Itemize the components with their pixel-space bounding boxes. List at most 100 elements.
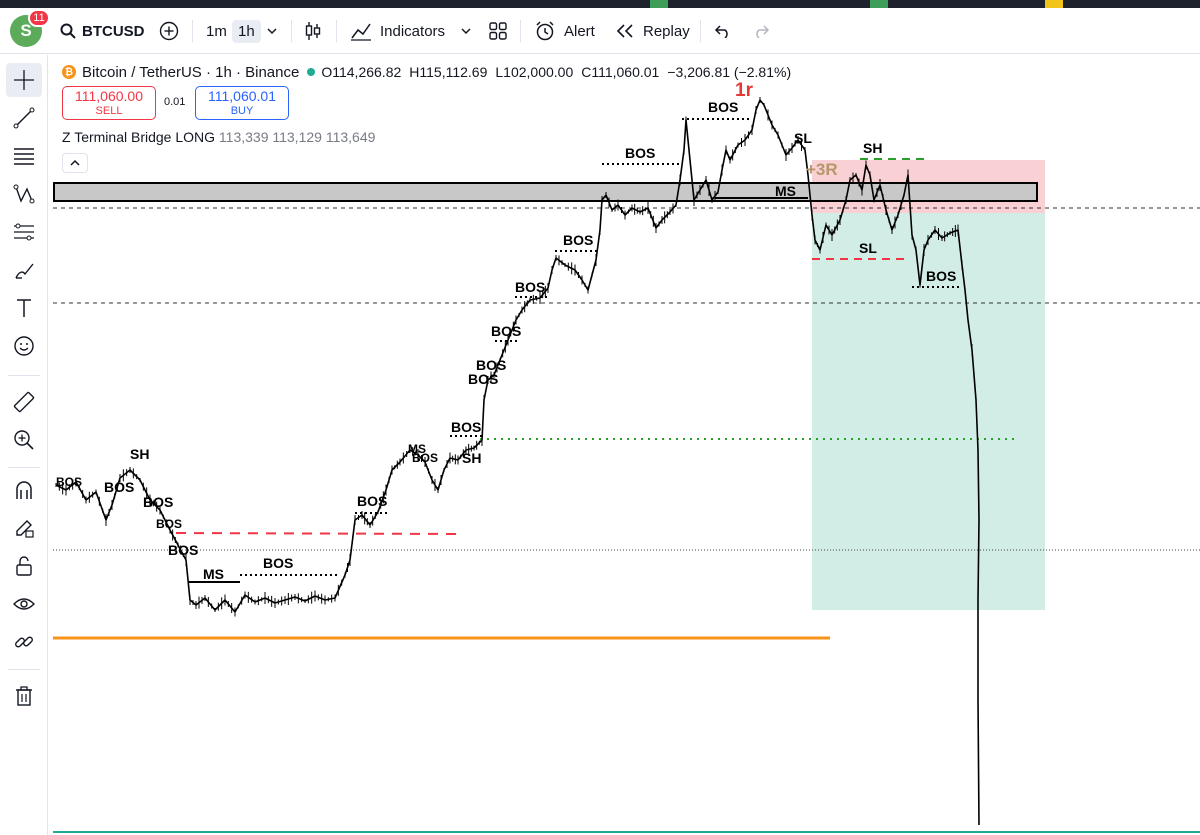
strip-mark xyxy=(650,0,668,8)
bos-label: BOS xyxy=(56,475,82,489)
projection-icon xyxy=(14,223,34,241)
bos-label: BOS xyxy=(263,555,293,571)
sell-button[interactable]: 111,060.00 SELL xyxy=(62,86,156,120)
collapse-legend-button[interactable] xyxy=(62,153,88,173)
bos-label: BOS xyxy=(926,268,956,284)
sl-level xyxy=(175,532,463,535)
interval-label: 1m xyxy=(206,22,227,40)
bos-label: BOS xyxy=(156,517,182,531)
sl-label: SL xyxy=(794,130,812,146)
chevron-down-icon xyxy=(461,28,471,35)
drawing-toolbar xyxy=(0,55,48,835)
bos-label: BOS xyxy=(515,279,545,295)
chart-type-button[interactable] xyxy=(303,8,323,54)
buy-label: BUY xyxy=(230,105,254,117)
brush-tool[interactable] xyxy=(6,253,42,287)
three-r-label: +3R xyxy=(806,160,838,179)
pattern-icon xyxy=(13,184,35,204)
bos-label: BOS xyxy=(625,145,655,161)
ruler-tool[interactable] xyxy=(6,385,42,419)
lock-drawings-tool[interactable] xyxy=(6,511,42,545)
crosshair-icon xyxy=(14,70,34,90)
pattern-tool[interactable] xyxy=(6,177,42,211)
symbol-legend[interactable]: ₿ Bitcoin / TetherUS · 1h · Binance O114… xyxy=(62,62,799,82)
ms-label: MS xyxy=(203,566,224,582)
eye-icon xyxy=(13,598,35,610)
sh-label: SH xyxy=(130,446,149,462)
interval-dropdown[interactable] xyxy=(266,8,278,54)
emoji-tool[interactable] xyxy=(6,329,42,363)
interval-1m[interactable]: 1m xyxy=(200,8,233,54)
lock-drawing-icon xyxy=(16,520,34,538)
trend-line-icon xyxy=(13,107,35,129)
bos-label: BOS xyxy=(451,419,481,435)
sync-tool[interactable] xyxy=(6,625,42,659)
legend-title: Bitcoin / TetherUS · 1h · Binance xyxy=(82,63,300,81)
trend-line-tool[interactable] xyxy=(6,101,42,135)
buy-button[interactable]: 111,060.01 BUY xyxy=(195,86,289,120)
indicator-legend[interactable]: Z Terminal Bridge LONG 113,339 113,129 1… xyxy=(62,129,375,145)
indicators-button[interactable]: Indicators xyxy=(350,8,445,54)
redo-button[interactable] xyxy=(752,8,770,54)
alarm-clock-icon xyxy=(536,21,554,41)
sh-label: SH xyxy=(863,140,882,156)
symbol-search[interactable]: BTCUSD xyxy=(60,8,145,54)
legend-high: H115,112.69 xyxy=(409,64,488,80)
zoom-in-icon xyxy=(14,430,34,450)
projection-tool[interactable] xyxy=(6,215,42,249)
alert-label: Alert xyxy=(564,22,595,40)
remove-drawings-tool[interactable] xyxy=(6,679,42,713)
plus-circle-icon xyxy=(159,21,179,41)
indicators-dropdown[interactable] xyxy=(460,8,472,54)
sell-label: SELL xyxy=(95,105,123,117)
fib-tool[interactable] xyxy=(6,139,42,173)
alert-button[interactable]: Alert xyxy=(534,8,595,54)
replay-button[interactable]: Replay xyxy=(615,8,690,54)
grid-icon xyxy=(489,22,507,40)
legend-open: O114,266.82 xyxy=(321,64,402,80)
bos-label: BOS xyxy=(468,371,498,387)
rewind-icon xyxy=(616,24,633,38)
text-icon xyxy=(17,299,31,317)
bos-label: BOS xyxy=(104,479,134,495)
emoji-icon xyxy=(14,336,34,356)
user-avatar[interactable]: S 11 xyxy=(10,8,50,54)
ms-label: MS xyxy=(775,183,796,199)
zoom-tool[interactable] xyxy=(6,423,42,457)
sell-price: 111,060.00 xyxy=(75,88,143,104)
spread-quantity: 0.01 xyxy=(164,96,186,108)
undo-button[interactable] xyxy=(714,8,732,54)
search-icon xyxy=(60,23,76,39)
layouts-button[interactable] xyxy=(488,8,508,54)
market-open-dot xyxy=(307,68,316,76)
link-icon xyxy=(15,636,33,648)
legend-change: −3,206.81 (−2.81%) xyxy=(667,64,792,80)
bitcoin-icon: ₿ xyxy=(62,65,76,79)
indicator-values: 113,339 113,129 113,649 xyxy=(218,129,376,145)
fib-icon xyxy=(14,148,34,165)
indicator-name: Z Terminal Bridge LONG xyxy=(62,129,216,145)
bos-label: BOS xyxy=(708,99,738,115)
compare-button[interactable] xyxy=(159,8,179,54)
top-toolbar: S 11 BTCUSD 1m 1h Indicators Alert Replay xyxy=(0,8,1200,54)
buy-price: 111,060.01 xyxy=(208,88,276,104)
chevron-down-icon xyxy=(267,28,277,35)
lock-all-tool[interactable] xyxy=(6,549,42,583)
lock-icon xyxy=(16,556,32,576)
supply-zone xyxy=(53,182,1038,202)
symbol-name: BTCUSD xyxy=(82,22,145,40)
replay-label: Replay xyxy=(643,22,690,40)
one-r-label: 1r xyxy=(735,80,754,101)
indicators-label: Indicators xyxy=(380,22,446,40)
crosshair-tool[interactable] xyxy=(6,63,42,97)
legend-low: L102,000.00 xyxy=(495,64,574,80)
notification-badge: 11 xyxy=(28,9,50,27)
hide-tool[interactable] xyxy=(6,587,42,621)
trash-icon xyxy=(16,686,32,706)
redo-icon xyxy=(756,25,770,38)
bos-label: BOS xyxy=(143,494,173,510)
magnet-tool[interactable] xyxy=(6,473,42,507)
price-chart[interactable]: BOS BOS BOS BOS BOS BOS BOS BOS BOS BOS … xyxy=(53,55,1200,835)
interval-1h[interactable]: 1h xyxy=(232,8,261,54)
text-tool[interactable] xyxy=(6,291,42,325)
